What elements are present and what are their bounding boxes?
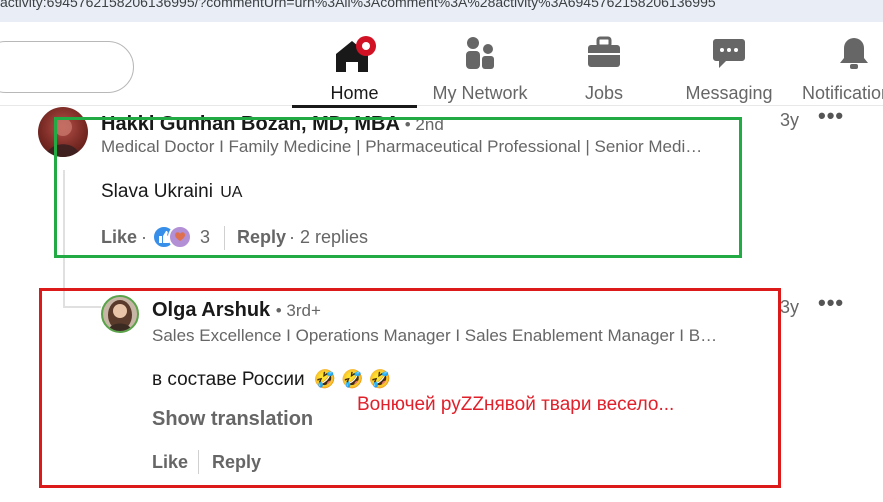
top-navigation: Home My Network Jobs Messaging Notificat… <box>0 22 883 108</box>
linkedin-comment-screenshot: activity:6945762158206136995/?commentUrn… <box>0 0 883 502</box>
nav-notifications-label: Notifications <box>802 83 883 103</box>
comment-time: 3y <box>780 110 800 130</box>
nav-my-network-label: My Network <box>432 83 528 103</box>
url-text: activity:6945762158206136995/?commentUrn… <box>0 0 716 10</box>
briefcase-icon <box>587 36 621 73</box>
active-tab-underline <box>292 105 417 108</box>
annotation-text: Вонючей руZZнявой твари весело... <box>357 394 675 415</box>
network-icon <box>463 36 497 75</box>
more-options-icon[interactable]: ••• <box>818 103 844 129</box>
green-highlight-box <box>54 117 742 258</box>
search-input[interactable] <box>0 41 134 93</box>
nav-messaging[interactable]: Messaging <box>680 30 778 106</box>
nav-jobs[interactable]: Jobs <box>560 30 648 106</box>
home-icon <box>330 36 380 81</box>
nav-home[interactable]: Home <box>292 30 417 108</box>
browser-url-bar[interactable]: activity:6945762158206136995/?commentUrn… <box>0 0 883 22</box>
nav-jobs-label: Jobs <box>584 83 624 103</box>
red-highlight-box <box>39 288 781 488</box>
comment-time: 3y <box>780 297 800 317</box>
messaging-icon <box>712 36 746 75</box>
nav-notifications[interactable]: Notifications <box>800 30 883 106</box>
nav-home-label: Home <box>330 83 379 103</box>
nav-my-network[interactable]: My Network <box>422 30 538 106</box>
more-options-icon[interactable]: ••• <box>818 290 844 316</box>
bell-icon <box>839 36 869 75</box>
nav-messaging-label: Messaging <box>685 83 773 103</box>
